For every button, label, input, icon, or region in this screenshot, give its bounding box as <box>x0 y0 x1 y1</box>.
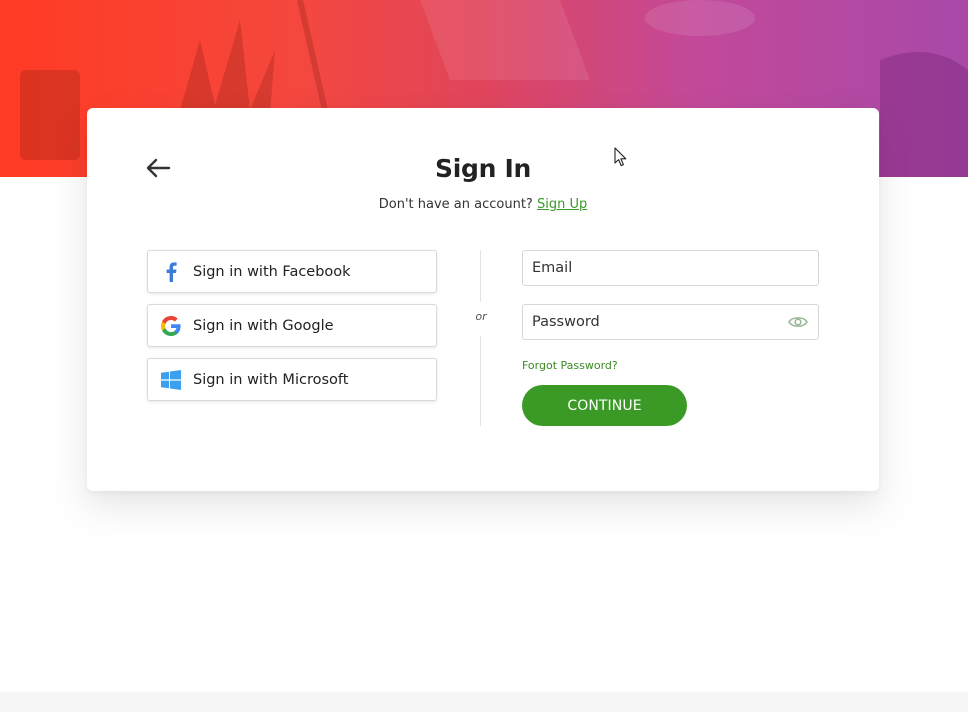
signin-card: Sign In Don't have an account? Sign Up S… <box>87 108 879 491</box>
password-input[interactable] <box>523 305 772 339</box>
email-field <box>522 250 819 286</box>
email-input[interactable] <box>523 251 772 285</box>
google-signin-button[interactable]: Sign in with Google <box>147 304 437 347</box>
signup-prompt: Don't have an account? Sign Up <box>87 197 879 212</box>
forgot-password-link[interactable]: Forgot Password? <box>522 359 618 372</box>
facebook-signin-button[interactable]: Sign in with Facebook <box>147 250 437 293</box>
microsoft-signin-button[interactable]: Sign in with Microsoft <box>147 358 437 401</box>
eye-icon <box>788 317 808 327</box>
footer-strip <box>0 692 968 712</box>
continue-button[interactable]: CONTINUE <box>522 385 687 426</box>
page: Sign In Don't have an account? Sign Up S… <box>0 0 968 712</box>
show-password-button[interactable] <box>788 314 808 330</box>
signup-link[interactable]: Sign Up <box>537 197 587 212</box>
facebook-icon <box>161 261 181 282</box>
google-icon <box>161 315 181 336</box>
facebook-signin-label: Sign in with Facebook <box>193 263 351 280</box>
signup-prompt-text: Don't have an account? <box>378 197 533 212</box>
microsoft-icon <box>161 369 181 390</box>
microsoft-signin-label: Sign in with Microsoft <box>193 371 349 388</box>
divider-or-text: or <box>475 310 487 323</box>
google-signin-label: Sign in with Google <box>193 317 334 334</box>
password-field <box>522 304 819 340</box>
divider-line-top <box>480 250 481 302</box>
page-title: Sign In <box>435 154 531 183</box>
divider-line-bottom <box>480 336 481 426</box>
